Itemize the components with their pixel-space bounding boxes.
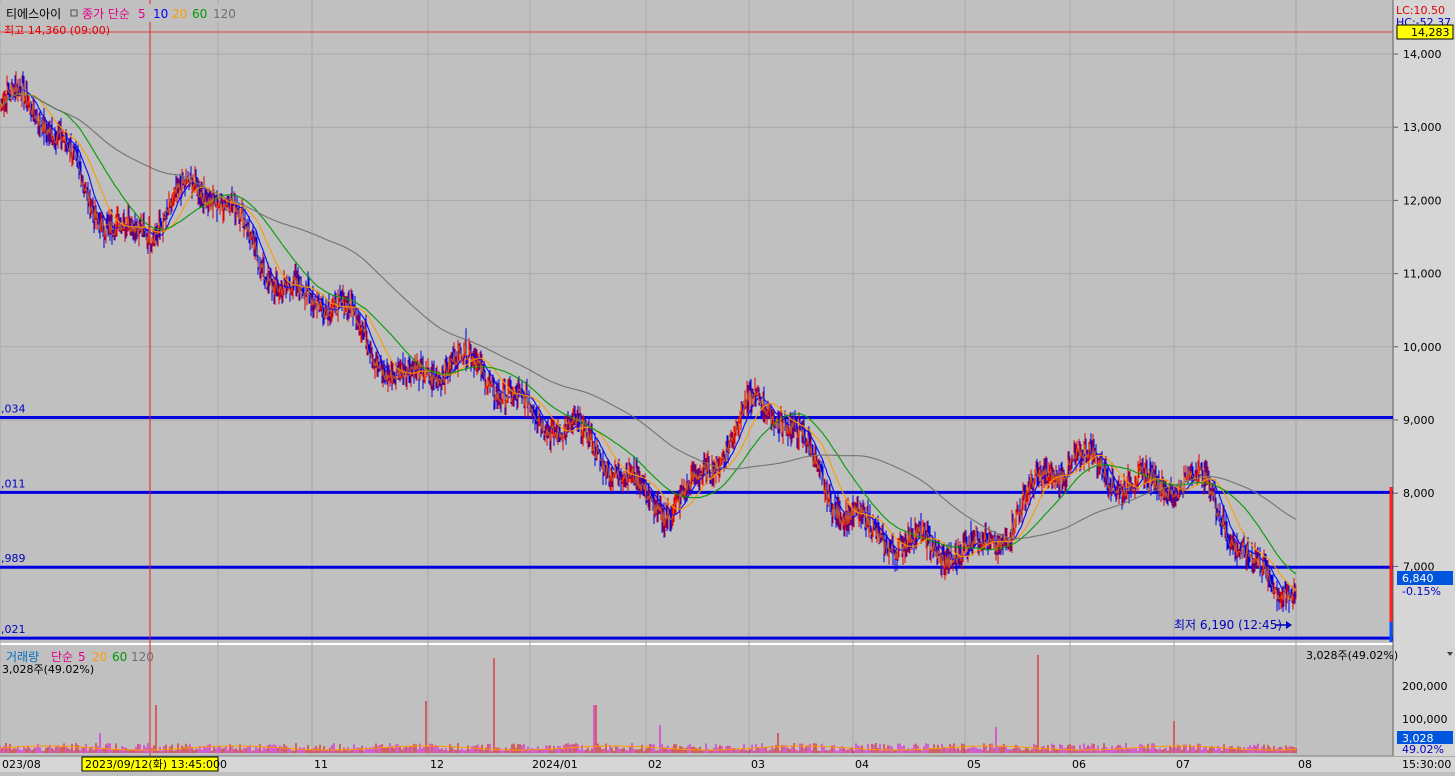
price-tick-label: 8,000 <box>1403 487 1435 500</box>
cursor-date-text: 2023/09/12(화) 13:45:00 <box>85 758 220 771</box>
top-price-text: 14,283 <box>1411 26 1450 39</box>
volume-value-right: 3,028주(49.02%) <box>1306 649 1398 662</box>
support-line-label: ,011 <box>1 477 26 490</box>
price-tick-label: 11,000 <box>1403 268 1442 281</box>
stock-chart[interactable]: ,034,011,989,021 티에스아이 종가 단순 5 10 20 60 … <box>0 0 1455 772</box>
x-tick-label: 03 <box>751 758 765 771</box>
price-tick-label: 14,000 <box>1403 48 1442 61</box>
price-panel-bg <box>0 0 1393 642</box>
volume-ma-label[interactable]: 단순 <box>51 650 73 664</box>
x-tick-label: 04 <box>855 758 869 771</box>
volume-value-text: 3,028주(49.02%) <box>2 663 94 676</box>
x-tick-label: 0 <box>220 758 227 771</box>
price-tick-label: 9,000 <box>1403 414 1435 427</box>
volume-current-pct: 49.02% <box>1402 743 1444 756</box>
x-tick-label: 05 <box>967 758 981 771</box>
volume-ma-20[interactable]: 20 <box>92 650 107 664</box>
support-line-label: ,989 <box>1 552 26 565</box>
x-tick-label: 06 <box>1072 758 1086 771</box>
price-ma-5[interactable]: 5 <box>138 7 146 21</box>
x-tick-label: 11 <box>314 758 328 771</box>
y-axis-panel <box>1393 0 1455 756</box>
price-ma-10[interactable]: 10 <box>153 7 168 21</box>
volume-ma-60[interactable]: 60 <box>112 650 127 664</box>
current-change-text: -0.15% <box>1402 585 1441 598</box>
price-ma-label[interactable]: 종가 단순 <box>82 7 130 21</box>
volume-panel-bg <box>0 646 1393 756</box>
price-ma-120[interactable]: 120 <box>213 7 236 21</box>
price-tick-label: 12,000 <box>1403 194 1442 207</box>
volume-tick-200k: 200,000 <box>1402 680 1448 693</box>
volume-tick-100k: 100,000 <box>1402 713 1448 726</box>
x-axis-right-label: 15:30:00 <box>1402 758 1451 771</box>
price-tick-label: 10,000 <box>1403 341 1442 354</box>
support-line-label: ,021 <box>1 623 26 636</box>
high-price-label: 최고 14,360 (09:00) <box>4 24 110 37</box>
volume-ma-120[interactable]: 120 <box>131 650 154 664</box>
x-tick-label: 07 <box>1176 758 1190 771</box>
x-tick-label: 2024/01 <box>532 758 578 771</box>
low-price-label: 최저 6,190 (12:45) <box>1174 618 1282 632</box>
current-price-text: 6,840 <box>1402 572 1434 585</box>
x-tick-label: 023/08 <box>2 758 41 771</box>
stock-name[interactable]: 티에스아이 <box>6 7 61 21</box>
price-ma-20[interactable]: 20 <box>172 7 187 21</box>
price-tick-label: 13,000 <box>1403 121 1442 134</box>
price-ma-60[interactable]: 60 <box>192 7 207 21</box>
x-tick-label: 12 <box>430 758 444 771</box>
x-tick-label: 08 <box>1298 758 1312 771</box>
chart-window: ,034,011,989,021 티에스아이 종가 단순 5 10 20 60 … <box>0 0 1455 772</box>
support-line-label: ,034 <box>1 403 26 416</box>
x-tick-label: 02 <box>648 758 662 771</box>
volume-title[interactable]: 거래량 <box>6 650 39 664</box>
volume-ma-5[interactable]: 5 <box>78 650 86 664</box>
